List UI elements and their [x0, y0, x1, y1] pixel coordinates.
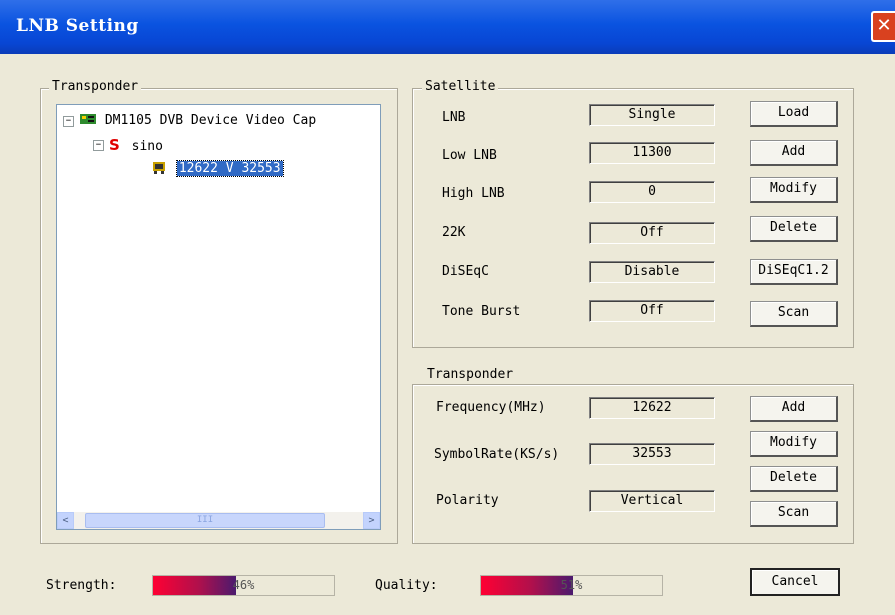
- horizontal-scrollbar[interactable]: < III >: [57, 512, 380, 529]
- quality-meter: 51%: [480, 575, 663, 596]
- symbolrate-label: SymbolRate(KS/s): [434, 447, 560, 462]
- transponder-delete-button[interactable]: Delete: [750, 466, 838, 492]
- quality-label: Quality:: [375, 578, 438, 593]
- symbolrate-value[interactable]: 32553: [589, 443, 715, 465]
- diseqc12-button[interactable]: DiSEqC1.2: [750, 259, 838, 285]
- 22k-value[interactable]: Off: [589, 222, 715, 244]
- strength-label: Strength:: [46, 578, 117, 593]
- tree-satellite-label: sino: [131, 139, 163, 154]
- window-title: LNB Setting: [16, 16, 139, 36]
- lnb-value[interactable]: Single: [589, 104, 715, 126]
- collapse-satellite-icon[interactable]: −: [93, 140, 104, 151]
- satellite-delete-button[interactable]: Delete: [750, 216, 838, 242]
- polarity-label: Polarity: [436, 493, 499, 508]
- high-lnb-value[interactable]: 0: [589, 181, 715, 203]
- cancel-button[interactable]: Cancel: [750, 568, 840, 596]
- load-button[interactable]: Load: [750, 101, 838, 127]
- lnb-label: LNB: [442, 110, 466, 125]
- tree-transponder-label: 12622 V 32553: [175, 160, 284, 177]
- strength-percent: 46%: [232, 578, 255, 592]
- scroll-thumb[interactable]: III: [85, 513, 325, 528]
- diseqc-label: DiSEqC: [442, 264, 489, 279]
- title-bar[interactable]: LNB Setting ✕: [0, 0, 895, 54]
- low-lnb-label: Low LNB: [442, 148, 497, 163]
- tree-node-transponder[interactable]: 12622 V 32553: [151, 159, 284, 177]
- diseqc-value[interactable]: Disable: [589, 261, 715, 283]
- satellite-add-button[interactable]: Add: [750, 140, 838, 166]
- tone-burst-value[interactable]: Off: [589, 300, 715, 322]
- collapse-device-icon[interactable]: −: [63, 116, 74, 127]
- transponder-tree-legend: Transponder: [49, 79, 142, 94]
- polarity-value[interactable]: Vertical: [589, 490, 715, 512]
- transponder-add-button[interactable]: Add: [750, 396, 838, 422]
- 22k-label: 22K: [442, 225, 466, 240]
- low-lnb-value[interactable]: 11300: [589, 142, 715, 164]
- transponder-scan-button[interactable]: Scan: [750, 501, 838, 527]
- satellite-modify-button[interactable]: Modify: [750, 177, 838, 203]
- tree-device-label: DM1105 DVB Device Video Cap: [104, 113, 317, 128]
- tree-node-satellite[interactable]: S sino: [109, 136, 163, 154]
- transponder-tree[interactable]: − DM1105 DVB Device Video Cap − S sino 1…: [56, 104, 381, 530]
- satellite-scan-button[interactable]: Scan: [750, 301, 838, 327]
- satellite-legend: Satellite: [422, 79, 499, 94]
- frequency-value[interactable]: 12622: [589, 397, 715, 419]
- satellite-s-icon: S: [109, 136, 120, 154]
- lnb-setting-dialog: LNB Setting ✕ Transponder − DM1105 DVB D…: [0, 0, 895, 615]
- scroll-right-icon[interactable]: >: [363, 512, 380, 529]
- transponder-legend: Transponder: [424, 367, 517, 382]
- tone-burst-label: Tone Burst: [442, 304, 521, 319]
- high-lnb-label: High LNB: [442, 186, 505, 201]
- frequency-label: Frequency(MHz): [436, 400, 546, 415]
- tree-node-device[interactable]: DM1105 DVB Device Video Cap: [79, 112, 316, 128]
- scroll-left-icon[interactable]: <: [57, 512, 74, 529]
- close-icon[interactable]: ✕: [871, 11, 895, 42]
- transponder-modify-button[interactable]: Modify: [750, 431, 838, 457]
- dish-icon: [153, 162, 165, 174]
- device-card-icon: [80, 114, 96, 124]
- quality-percent: 51%: [560, 578, 583, 592]
- strength-meter: 46%: [152, 575, 335, 596]
